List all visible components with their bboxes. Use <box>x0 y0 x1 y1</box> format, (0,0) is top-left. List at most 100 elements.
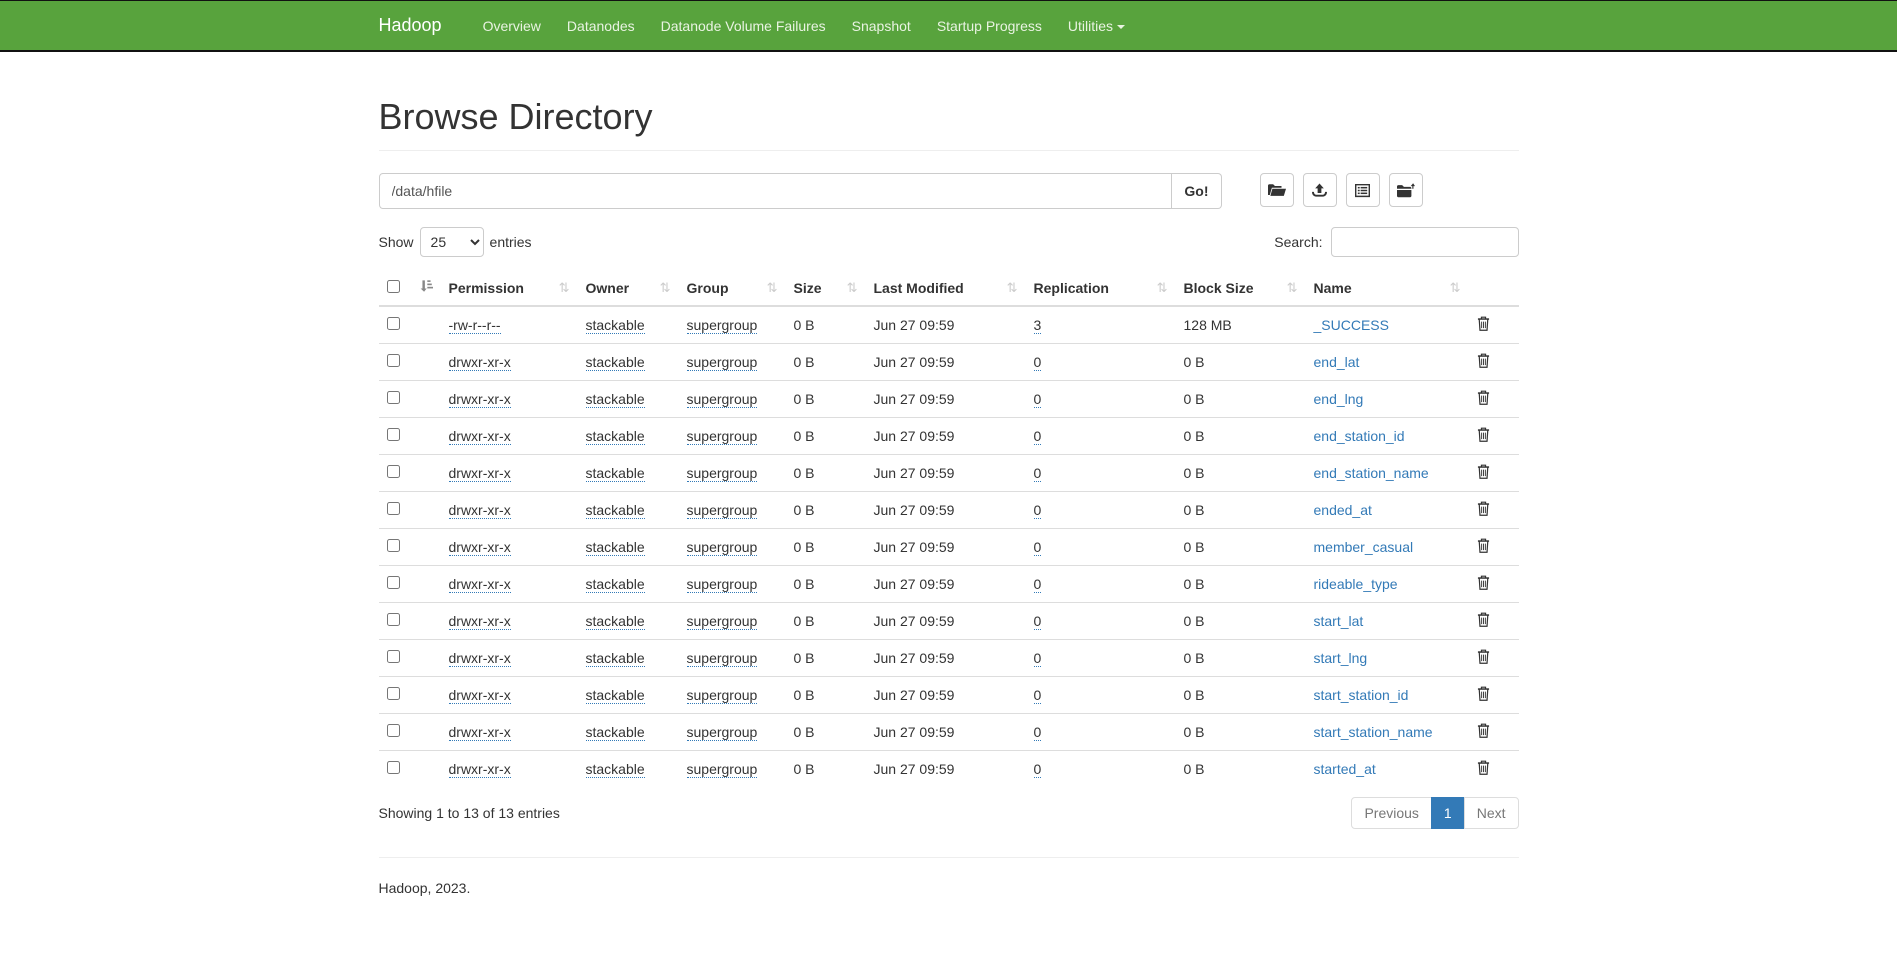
file-name-link[interactable]: _SUCCESS <box>1314 317 1389 333</box>
column-header-block-size[interactable]: Block Size⇅ <box>1176 271 1306 306</box>
row-checkbox[interactable] <box>387 613 400 626</box>
delete-button[interactable] <box>1477 612 1490 630</box>
next-link[interactable]: Next <box>1464 797 1519 829</box>
replication-value[interactable]: 0 <box>1034 502 1042 519</box>
group-value[interactable]: supergroup <box>687 724 758 741</box>
permission-value[interactable]: drwxr-xr-x <box>449 502 511 519</box>
pagination-previous[interactable]: Previous <box>1351 797 1431 829</box>
group-value[interactable]: supergroup <box>687 761 758 778</box>
group-value[interactable]: supergroup <box>687 613 758 630</box>
replication-value[interactable]: 0 <box>1034 761 1042 778</box>
owner-value[interactable]: stackable <box>586 576 645 593</box>
delete-button[interactable] <box>1477 464 1490 482</box>
nav-item-snapshot[interactable]: Snapshot <box>839 2 924 50</box>
file-name-link[interactable]: started_at <box>1314 761 1376 777</box>
column-header-last-modified[interactable]: Last Modified⇅ <box>866 271 1026 306</box>
row-checkbox[interactable] <box>387 502 400 515</box>
nav-item-datanodes[interactable]: Datanodes <box>554 2 648 50</box>
file-name-link[interactable]: member_casual <box>1314 539 1414 555</box>
replication-value[interactable]: 0 <box>1034 428 1042 445</box>
set-quota-button[interactable] <box>1346 173 1380 207</box>
row-checkbox[interactable] <box>387 354 400 367</box>
permission-value[interactable]: drwxr-xr-x <box>449 465 511 482</box>
nav-item-utilities-dropdown[interactable]: Utilities <box>1055 2 1138 50</box>
go-button[interactable]: Go! <box>1172 173 1221 209</box>
file-name-link[interactable]: end_lat <box>1314 354 1360 370</box>
permission-value[interactable]: drwxr-xr-x <box>449 687 511 704</box>
replication-value[interactable]: 0 <box>1034 650 1042 667</box>
row-checkbox[interactable] <box>387 761 400 774</box>
permission-value[interactable]: drwxr-xr-x <box>449 391 511 408</box>
permission-value[interactable]: drwxr-xr-x <box>449 539 511 556</box>
column-header-owner[interactable]: Owner⇅ <box>578 271 679 306</box>
replication-value[interactable]: 0 <box>1034 539 1042 556</box>
create-directory-button[interactable] <box>1260 173 1294 207</box>
directory-path-input[interactable] <box>379 173 1173 209</box>
owner-value[interactable]: stackable <box>586 354 645 371</box>
permission-value[interactable]: drwxr-xr-x <box>449 428 511 445</box>
delete-button[interactable] <box>1477 538 1490 556</box>
sort-by-attributes-icon[interactable] <box>420 280 433 295</box>
group-value[interactable]: supergroup <box>687 650 758 667</box>
group-value[interactable]: supergroup <box>687 317 758 334</box>
replication-value[interactable]: 0 <box>1034 354 1042 371</box>
delete-button[interactable] <box>1477 316 1490 334</box>
replication-value[interactable]: 3 <box>1034 317 1042 334</box>
replication-value[interactable]: 0 <box>1034 724 1042 741</box>
replication-value[interactable]: 0 <box>1034 465 1042 482</box>
delete-button[interactable] <box>1477 686 1490 704</box>
group-value[interactable]: supergroup <box>687 391 758 408</box>
row-checkbox[interactable] <box>387 539 400 552</box>
row-checkbox[interactable] <box>387 724 400 737</box>
file-name-link[interactable]: start_station_name <box>1314 724 1433 740</box>
file-name-link[interactable]: rideable_type <box>1314 576 1398 592</box>
delete-button[interactable] <box>1477 390 1490 408</box>
page-1-link[interactable]: 1 <box>1431 797 1465 829</box>
file-name-link[interactable]: end_station_name <box>1314 465 1429 481</box>
owner-value[interactable]: stackable <box>586 428 645 445</box>
group-value[interactable]: supergroup <box>687 428 758 445</box>
file-name-link[interactable]: end_lng <box>1314 391 1364 407</box>
previous-link[interactable]: Previous <box>1351 797 1431 829</box>
file-name-link[interactable]: end_station_id <box>1314 428 1405 444</box>
owner-value[interactable]: stackable <box>586 391 645 408</box>
row-checkbox[interactable] <box>387 576 400 589</box>
owner-value[interactable]: stackable <box>586 539 645 556</box>
owner-value[interactable]: stackable <box>586 650 645 667</box>
delete-button[interactable] <box>1477 353 1490 371</box>
delete-button[interactable] <box>1477 575 1490 593</box>
file-name-link[interactable]: start_lng <box>1314 650 1368 666</box>
nav-item-startup-progress[interactable]: Startup Progress <box>924 2 1055 50</box>
group-value[interactable]: supergroup <box>687 354 758 371</box>
column-header-permission[interactable]: Permission⇅ <box>441 271 578 306</box>
replication-value[interactable]: 0 <box>1034 576 1042 593</box>
group-value[interactable]: supergroup <box>687 539 758 556</box>
permission-value[interactable]: drwxr-xr-x <box>449 576 511 593</box>
owner-value[interactable]: stackable <box>586 613 645 630</box>
owner-value[interactable]: stackable <box>586 317 645 334</box>
search-input[interactable] <box>1331 227 1519 257</box>
replication-value[interactable]: 0 <box>1034 613 1042 630</box>
owner-value[interactable]: stackable <box>586 687 645 704</box>
delete-button[interactable] <box>1477 760 1490 778</box>
delete-button[interactable] <box>1477 501 1490 519</box>
row-checkbox[interactable] <box>387 317 400 330</box>
file-name-link[interactable]: start_lat <box>1314 613 1364 629</box>
nav-item-datanode-volume-failures[interactable]: Datanode Volume Failures <box>648 2 839 50</box>
group-value[interactable]: supergroup <box>687 502 758 519</box>
row-checkbox[interactable] <box>387 687 400 700</box>
row-checkbox[interactable] <box>387 391 400 404</box>
owner-value[interactable]: stackable <box>586 465 645 482</box>
pagination-page-1[interactable]: 1 <box>1432 797 1465 829</box>
file-name-link[interactable]: start_station_id <box>1314 687 1409 703</box>
group-value[interactable]: supergroup <box>687 687 758 704</box>
row-checkbox[interactable] <box>387 428 400 441</box>
pagination-next[interactable]: Next <box>1465 797 1519 829</box>
permission-value[interactable]: drwxr-xr-x <box>449 724 511 741</box>
select-all-checkbox[interactable] <box>387 280 400 293</box>
permission-value[interactable]: drwxr-xr-x <box>449 613 511 630</box>
page-length-select[interactable]: 25 <box>420 227 484 257</box>
owner-value[interactable]: stackable <box>586 761 645 778</box>
delete-button[interactable] <box>1477 723 1490 741</box>
replication-value[interactable]: 0 <box>1034 391 1042 408</box>
